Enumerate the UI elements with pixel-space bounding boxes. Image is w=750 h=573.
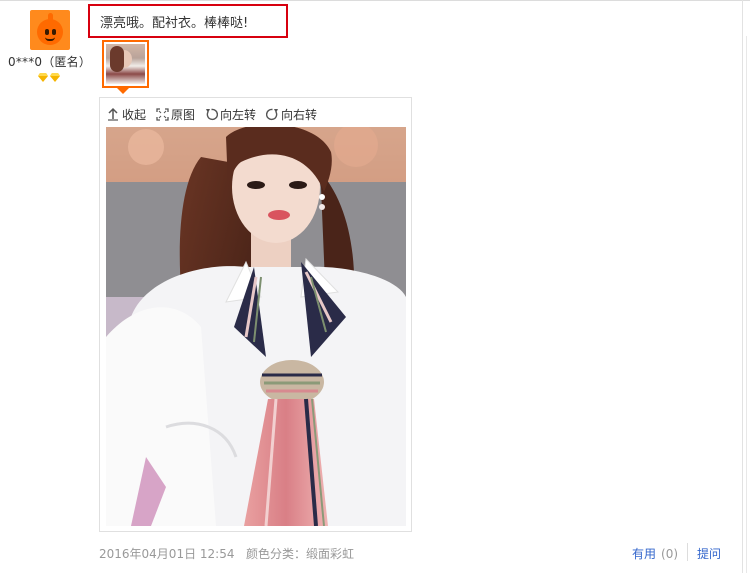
fullscreen-icon (155, 107, 169, 121)
avatar-eye-left (45, 29, 49, 35)
rotate-left-icon (204, 107, 218, 121)
rotate-left-button[interactable]: 向左转 (204, 106, 256, 123)
collapse-label: 收起 (122, 107, 147, 122)
avatar-face (37, 19, 63, 45)
avatar-eye-right (52, 29, 56, 35)
thumbnail-pointer-arrow (117, 88, 129, 94)
collapse-button[interactable]: 收起 (106, 106, 146, 123)
ask-button[interactable]: 提问 (697, 545, 721, 562)
rotate-right-label: 向右转 (281, 107, 318, 122)
useful-button[interactable]: 有用 (0) (632, 545, 678, 562)
collapse-arrow-icon (106, 107, 120, 121)
review-photo[interactable] (106, 127, 406, 526)
rotate-right-button[interactable]: 向右转 (265, 106, 317, 123)
right-border (742, 0, 743, 573)
username: 0***0（匿名） (8, 55, 92, 69)
right-border-inner (746, 36, 747, 573)
review-photo-illustration (106, 127, 406, 526)
footer-divider (687, 543, 688, 561)
viewer-toolbar: 收起 原图 向左转 向右转 (106, 105, 326, 123)
rotate-right-icon (265, 107, 279, 121)
review-text: 漂亮哦。配衬衣。棒棒哒! (100, 16, 249, 31)
gold-diamond-icon (38, 73, 48, 82)
top-border (0, 0, 750, 1)
user-badges (38, 73, 60, 83)
review-photo-thumbnail[interactable] (102, 40, 149, 88)
sku-info: 颜色分类：缎面彩虹 (246, 547, 355, 561)
rotate-left-label: 向左转 (220, 107, 257, 122)
original-image-label: 原图 (171, 107, 196, 122)
review-date: 2016年04月01日 12:54 (99, 547, 235, 561)
useful-count: (0) (661, 547, 679, 561)
avatar[interactable] (30, 10, 70, 50)
useful-label: 有用 (632, 547, 657, 561)
original-image-button[interactable]: 原图 (155, 106, 195, 123)
gold-diamond-icon (50, 73, 60, 82)
thumbnail-image (106, 44, 145, 84)
